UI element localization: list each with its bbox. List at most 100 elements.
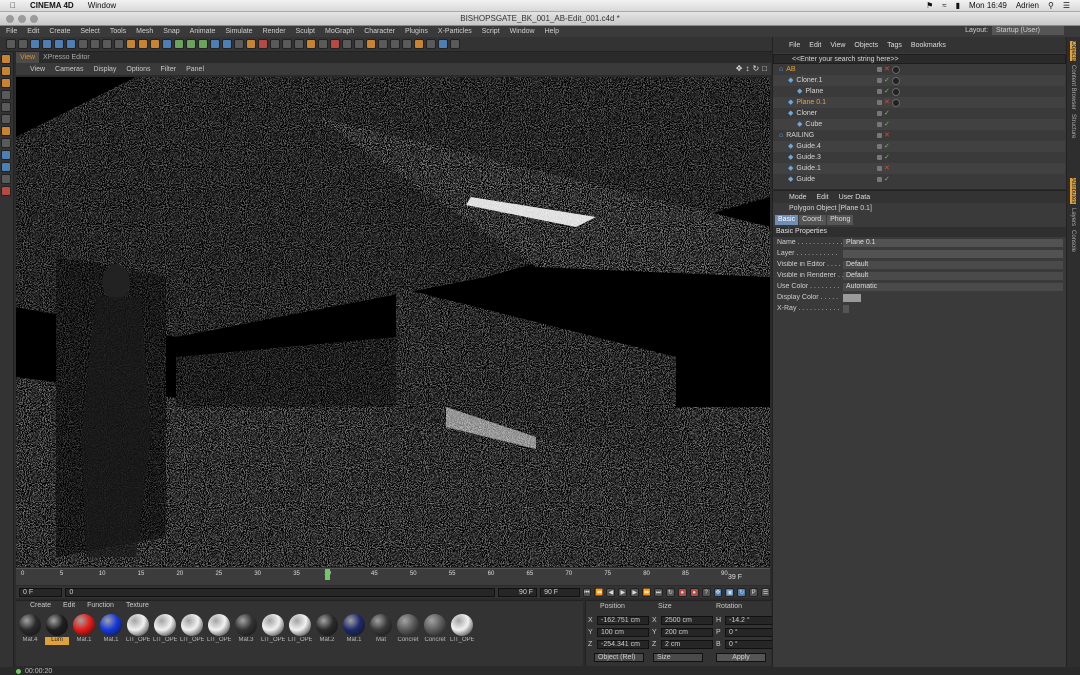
object-row[interactable]: ◆ Guide ✓ [773, 174, 1065, 185]
move-icon[interactable] [42, 39, 52, 49]
menu-create[interactable]: Create [49, 28, 70, 35]
points-mode-icon[interactable] [1, 90, 11, 100]
zoom-icon[interactable]: ↕ [745, 64, 749, 73]
object-name[interactable]: Plane [805, 86, 823, 97]
tweak-mode-icon[interactable] [1, 138, 11, 148]
material-swatch[interactable]: Mat.1 [72, 614, 96, 645]
tab-view[interactable]: View [16, 52, 40, 63]
lock-icon[interactable] [1, 174, 11, 184]
material-swatch[interactable]: Mat [369, 614, 393, 645]
menu-select[interactable]: Select [80, 28, 99, 35]
rtab-layers[interactable]: Layers [1070, 208, 1076, 226]
menu-mograph[interactable]: MoGraph [325, 28, 354, 35]
loop-icon[interactable]: ↻ [666, 587, 675, 597]
next-frame-icon[interactable]: ▶ [630, 587, 640, 597]
nurbs-icon[interactable] [186, 39, 196, 49]
layer-swatch-icon[interactable] [877, 155, 882, 160]
layer-swatch-icon[interactable] [877, 111, 882, 116]
tool-icon-1[interactable] [270, 39, 280, 49]
menu-simulate[interactable]: Simulate [225, 28, 252, 35]
material-tag-icon[interactable] [891, 98, 900, 107]
param-key-icon[interactable]: P [749, 587, 759, 597]
material-swatch[interactable]: LIT_OPE [261, 614, 285, 645]
layer-swatch-icon[interactable] [877, 67, 882, 72]
enabled-check-icon[interactable]: ✓ [884, 174, 890, 185]
pos-y-field[interactable]: 100 cm [597, 628, 649, 637]
rotate-icon[interactable] [66, 39, 76, 49]
layer-swatch-icon[interactable] [877, 122, 882, 127]
obj-menu-tags[interactable]: Tags [887, 42, 902, 49]
enabled-check-icon[interactable]: ✓ [884, 119, 890, 130]
object-row[interactable]: ◆ Guide.1 ✕ [773, 163, 1065, 174]
tool-icon-12[interactable] [402, 39, 412, 49]
snap-icon[interactable] [1, 150, 11, 160]
vp-menu-options[interactable]: Options [126, 66, 150, 73]
attr-value-field[interactable]: Default [843, 271, 1063, 280]
menu-window[interactable]: Window [510, 28, 535, 35]
material-tag-icon[interactable] [891, 87, 900, 96]
obj-menu-view[interactable]: View [830, 42, 845, 49]
disabled-icon[interactable]: ✕ [884, 64, 890, 75]
menu-character[interactable]: Character [364, 28, 395, 35]
object-search-input[interactable]: <<Enter your search string here>> [773, 54, 1066, 64]
coord-system-icon[interactable] [114, 39, 124, 49]
timeline-ruler[interactable]: 05101520253035394550556065707580859039 F [16, 568, 770, 585]
coord-mode-dropdown[interactable]: Object (Rel) [594, 653, 644, 662]
object-name[interactable]: Plane 0.1 [796, 97, 826, 108]
enabled-check-icon[interactable]: ✓ [884, 108, 890, 119]
object-row[interactable]: ◆ Cube ✓ [773, 119, 1065, 130]
menu-animate[interactable]: Animate [190, 28, 216, 35]
frame-range-slider[interactable]: 0 [65, 587, 495, 597]
mac-app-name[interactable]: CINEMA 4D [30, 1, 74, 10]
next-key-icon[interactable]: ⏩ [642, 587, 652, 597]
minimize-button[interactable] [18, 15, 26, 23]
material-swatch[interactable]: LIT_OPE [207, 614, 231, 645]
object-row[interactable]: ◆ Cloner.1 ✓ [773, 75, 1065, 86]
material-swatch[interactable]: Mat.1 [99, 614, 123, 645]
object-row[interactable]: ◆ Plane ✓ [773, 86, 1065, 97]
rot-p-field[interactable]: 0 ° [725, 628, 777, 637]
tool-icon-7[interactable] [342, 39, 352, 49]
object-row[interactable]: ◆ Guide.4 ✓ [773, 141, 1065, 152]
object-name[interactable]: Guide.3 [796, 152, 821, 163]
tool-icon-4[interactable] [306, 39, 316, 49]
obj-menu-bookmarks[interactable]: Bookmarks [911, 42, 946, 49]
array-icon[interactable] [198, 39, 208, 49]
attr-menu-mode[interactable]: Mode [789, 194, 807, 201]
attr-menu-userdata[interactable]: User Data [839, 194, 871, 201]
layer-swatch-icon[interactable] [877, 78, 882, 83]
tool-icon-2[interactable] [282, 39, 292, 49]
layer-swatch-icon[interactable] [877, 100, 882, 105]
material-swatch[interactable]: Lum [45, 614, 69, 645]
object-row[interactable]: ⌂ RAILING ✕ [773, 130, 1065, 141]
battery-icon[interactable]: ▮ [956, 1, 960, 10]
tool-icon-10[interactable] [378, 39, 388, 49]
object-name[interactable]: Cube [805, 119, 822, 130]
material-tag-icon[interactable] [891, 76, 900, 85]
obj-menu-file[interactable]: File [789, 42, 800, 49]
vp-menu-panel[interactable]: Panel [186, 66, 204, 73]
tool-icon-8[interactable] [354, 39, 364, 49]
object-name[interactable]: Guide.4 [796, 141, 821, 152]
layer-swatch-icon[interactable] [877, 133, 882, 138]
pos-key-icon[interactable]: ✥ [713, 587, 723, 597]
tool-icon-3[interactable] [294, 39, 304, 49]
material-swatch[interactable]: LIT_OPE [126, 614, 150, 645]
autokey-icon[interactable]: ● [689, 587, 699, 597]
tool-icon-15[interactable] [438, 39, 448, 49]
layout-dropdown[interactable]: Startup (User) [992, 26, 1064, 35]
spline-icon[interactable] [174, 39, 184, 49]
attr-value-field[interactable] [843, 249, 1063, 258]
material-tag-icon[interactable] [891, 65, 900, 74]
disabled-icon[interactable]: ✕ [884, 163, 890, 174]
layer-swatch-icon[interactable] [877, 89, 882, 94]
apply-button[interactable]: Apply [716, 653, 766, 662]
zoom-button[interactable] [30, 15, 38, 23]
material-swatch[interactable]: Mat.3 [234, 614, 258, 645]
rtab-attributes[interactable]: Attributes [1070, 178, 1076, 204]
object-name[interactable]: Guide.1 [796, 163, 821, 174]
rtab-objects[interactable]: Objects [1070, 41, 1076, 62]
attr-value-field[interactable]: Default [843, 260, 1063, 269]
object-name[interactable]: RAILING [786, 130, 814, 141]
range-max-field[interactable]: 90 F [497, 587, 538, 597]
